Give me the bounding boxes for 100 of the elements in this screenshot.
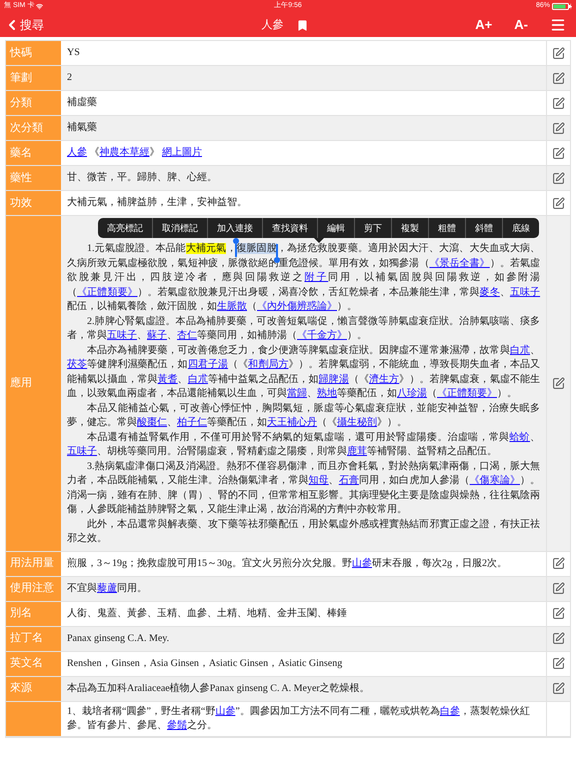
edit-icon[interactable] — [552, 196, 565, 210]
field-label: 應用 — [10, 376, 32, 391]
bookmark-icon[interactable] — [296, 18, 308, 32]
link[interactable]: 鹿茸 — [347, 446, 367, 457]
link[interactable]: 天王補心丹 — [267, 417, 317, 428]
link[interactable]: 知母 — [308, 475, 329, 486]
paragraph: 本品還有補益腎氣作用，不僅可用於腎不納氣的短氣虛喘，還可用於腎虛陽痿。治虛喘，常與蛤蚧、 五味子、胡桃等藥同用。治腎陽虛衰，腎精虧虛之陽痿，則常與鹿茸等補腎陽、益腎精之品配伍。 — [67, 430, 540, 459]
link[interactable]: 《正體類要》 — [437, 388, 497, 399]
back-button[interactable]: 搜尋 — [4, 16, 44, 34]
link[interactable]: 杏仁 — [177, 330, 197, 341]
menu-item[interactable]: 取消標記 — [152, 218, 207, 238]
font-increase-button[interactable]: A+ — [475, 15, 492, 35]
menu-icon[interactable] — [550, 17, 566, 33]
edit-icon[interactable] — [552, 172, 565, 184]
link[interactable]: 和劑局方 — [248, 359, 288, 370]
edit-icon[interactable] — [552, 582, 565, 595]
field-value: 補氣藥 — [67, 121, 98, 135]
paragraph: 本品又能補益心氣，可改善心悸怔忡，胸悶氣短，脈虛等心氣虛衰症狀，並能安神益智，治療失眠多夢，健忘。常與酸棗仁、柏子仁等藥配伍，如天王補心丹（《攝生秘剖》）。 — [67, 402, 540, 430]
link[interactable]: 四君子湯 — [188, 359, 228, 370]
link[interactable]: 《正體類要》 — [77, 286, 138, 298]
edit-icon[interactable] — [552, 96, 565, 110]
field-label: 使用注意 — [10, 580, 54, 596]
menu-item[interactable]: 斜體 — [465, 218, 502, 238]
wifi-icon — [36, 3, 44, 10]
menu-item[interactable]: 編輯 — [317, 218, 354, 238]
field-label: 來源 — [10, 681, 32, 696]
field-label: 筆劃 — [10, 70, 32, 86]
link[interactable]: 蘇子 — [147, 330, 167, 341]
field-value: Renshen，Ginsen，Asia Ginsen，Asiatic Ginsen，Asiatic Ginseng — [67, 656, 344, 670]
link[interactable]: 《景岳全書》 — [429, 258, 490, 268]
link[interactable]: 神農本草經 — [100, 147, 150, 158]
edit-icon[interactable] — [552, 607, 565, 620]
link[interactable]: 人參 — [67, 147, 87, 158]
menu-item[interactable]: 複製 — [391, 218, 428, 238]
paragraph: 本品亦為補脾要藥，可改善倦怠乏力，食少便溏等脾氣虛衰症狀。因脾虛不運常兼濕滯，故常與白朮、 茯苓等健脾利濕藥配伍，如 四君子湯（《和劑局方》）。若脾氣虛弱，不能統血，導致長期失血者，本品又能補氣以攝血，常與黃耆、白朮等補中益氣之品配伍，如歸脾湯（《濟生方》）。若脾氣虛衰，氣虛不能生血，以致氣血兩虛者，本品還能補氣以生血，可與當歸、熟地等藥配伍，如八珍湯（《正體類要》）。 — [67, 344, 540, 401]
field-label: 拉丁名 — [10, 631, 43, 646]
field-label: 分類 — [10, 96, 32, 111]
paragraph: 此外，本品還常與解表藥、攻下藥等祛邪藥配伍，用於氣虛外感或裡實熱結而邪實正虛之證，有扶正祛邪之效。 — [67, 518, 540, 546]
menu-item[interactable]: 查找資料 — [262, 218, 317, 238]
link[interactable]: 《內外傷辨惑論》 — [257, 301, 337, 312]
link[interactable]: 熟地 — [317, 388, 337, 399]
menu-item[interactable]: 粗體 — [428, 218, 465, 238]
link[interactable]: 五味子 — [510, 286, 540, 298]
link[interactable]: 《傷寒論》 — [470, 475, 520, 486]
link[interactable]: 五味子 — [107, 330, 137, 341]
field-value: Panax ginseng C.A. Mey. — [67, 632, 170, 646]
link[interactable]: 山參 — [352, 558, 372, 568]
link[interactable]: 五味子 — [67, 446, 97, 457]
page-title: 人參 — [262, 18, 284, 33]
link[interactable]: 《千金方》 — [297, 330, 347, 341]
edit-icon[interactable] — [552, 122, 565, 134]
link[interactable]: 附子 — [304, 272, 328, 283]
edit-icon[interactable] — [552, 72, 565, 84]
field-label: 藥名 — [10, 146, 32, 161]
field-value: 不宜與藜蘆同用。 — [67, 582, 148, 596]
link[interactable]: 白參 — [440, 706, 460, 716]
link[interactable]: 茯苓 — [67, 359, 88, 370]
field-value: YS — [67, 46, 81, 60]
menu-item[interactable]: 剪下 — [354, 218, 391, 238]
field-value: 大補元氣，補脾益肺，生津，安神益智。 — [67, 196, 248, 210]
field-value: 補虛藥 — [67, 96, 98, 110]
link[interactable]: 參鬚 — [167, 720, 187, 730]
link[interactable]: 酸棗仁 — [137, 417, 167, 428]
field-label: 藥性 — [10, 170, 32, 186]
paragraph: 2.肺脾心腎氣虛證。本品為補肺要藥，可改善短氣喘促，懶言聲微等肺氣虛衰症狀。治肺氣咳喘、痰多者，常與五味子、蘇子、杏仁等藥同用，如補肺湯（《千金方》）。 — [67, 314, 540, 343]
edit-icon[interactable] — [552, 682, 565, 695]
edit-icon[interactable] — [552, 46, 565, 60]
font-decrease-button[interactable]: A- — [514, 15, 528, 35]
link[interactable]: 當歸 — [287, 388, 307, 399]
link[interactable]: 藜蘆 — [97, 582, 117, 594]
field-label: 快碼 — [10, 46, 32, 61]
link[interactable]: 攝生秘剖 — [337, 417, 377, 428]
menu-item[interactable]: 高亮標記 — [98, 218, 152, 238]
field-value: 人銜、鬼蓋、黃參、玉精、血參、土精、地精、金井玉闌、棒錘 — [67, 606, 348, 620]
highlighted-text: 大補元氣 — [186, 243, 226, 254]
link[interactable]: 麥冬 — [480, 286, 500, 298]
link[interactable]: 黃耆 — [158, 374, 178, 384]
link[interactable]: 石膏 — [338, 475, 359, 486]
edit-icon[interactable] — [552, 657, 565, 670]
edit-icon[interactable] — [552, 557, 565, 570]
menu-item[interactable]: 底線 — [502, 218, 539, 238]
edit-icon[interactable] — [552, 146, 565, 160]
edit-icon[interactable] — [552, 376, 565, 390]
link[interactable]: 八珍湯 — [397, 388, 427, 399]
link[interactable]: 白朮 — [510, 344, 530, 356]
battery-icon — [552, 3, 572, 10]
link[interactable]: 網上圖片 — [162, 147, 202, 158]
link[interactable]: 歸脾湯 — [318, 374, 349, 384]
field-label: 次分類 — [10, 120, 43, 136]
field-value: 甘、微苦，平。歸肺、脾、心經。 — [67, 171, 218, 185]
link[interactable]: 白朮 — [188, 374, 208, 384]
link[interactable]: 柏子仁 — [177, 417, 207, 428]
menu-item[interactable]: 加入連接 — [207, 218, 262, 238]
link[interactable]: 生脈散 — [217, 301, 247, 312]
link[interactable]: 濟生方 — [369, 374, 400, 384]
edit-icon[interactable] — [552, 632, 565, 645]
link[interactable]: 山參 — [215, 706, 236, 716]
selected-text: 復脈固脫 — [236, 243, 277, 254]
link[interactable]: 蛤蚧 — [509, 432, 530, 442]
field-value: 1、栽培者稱“圓參”，野生者稱“野山參”。圓參因加工方法不同有二種，曬乾或烘乾為白參，蒸製乾燥伙紅參。皆有參片、參尾、參鬚之分。 — [67, 704, 531, 732]
